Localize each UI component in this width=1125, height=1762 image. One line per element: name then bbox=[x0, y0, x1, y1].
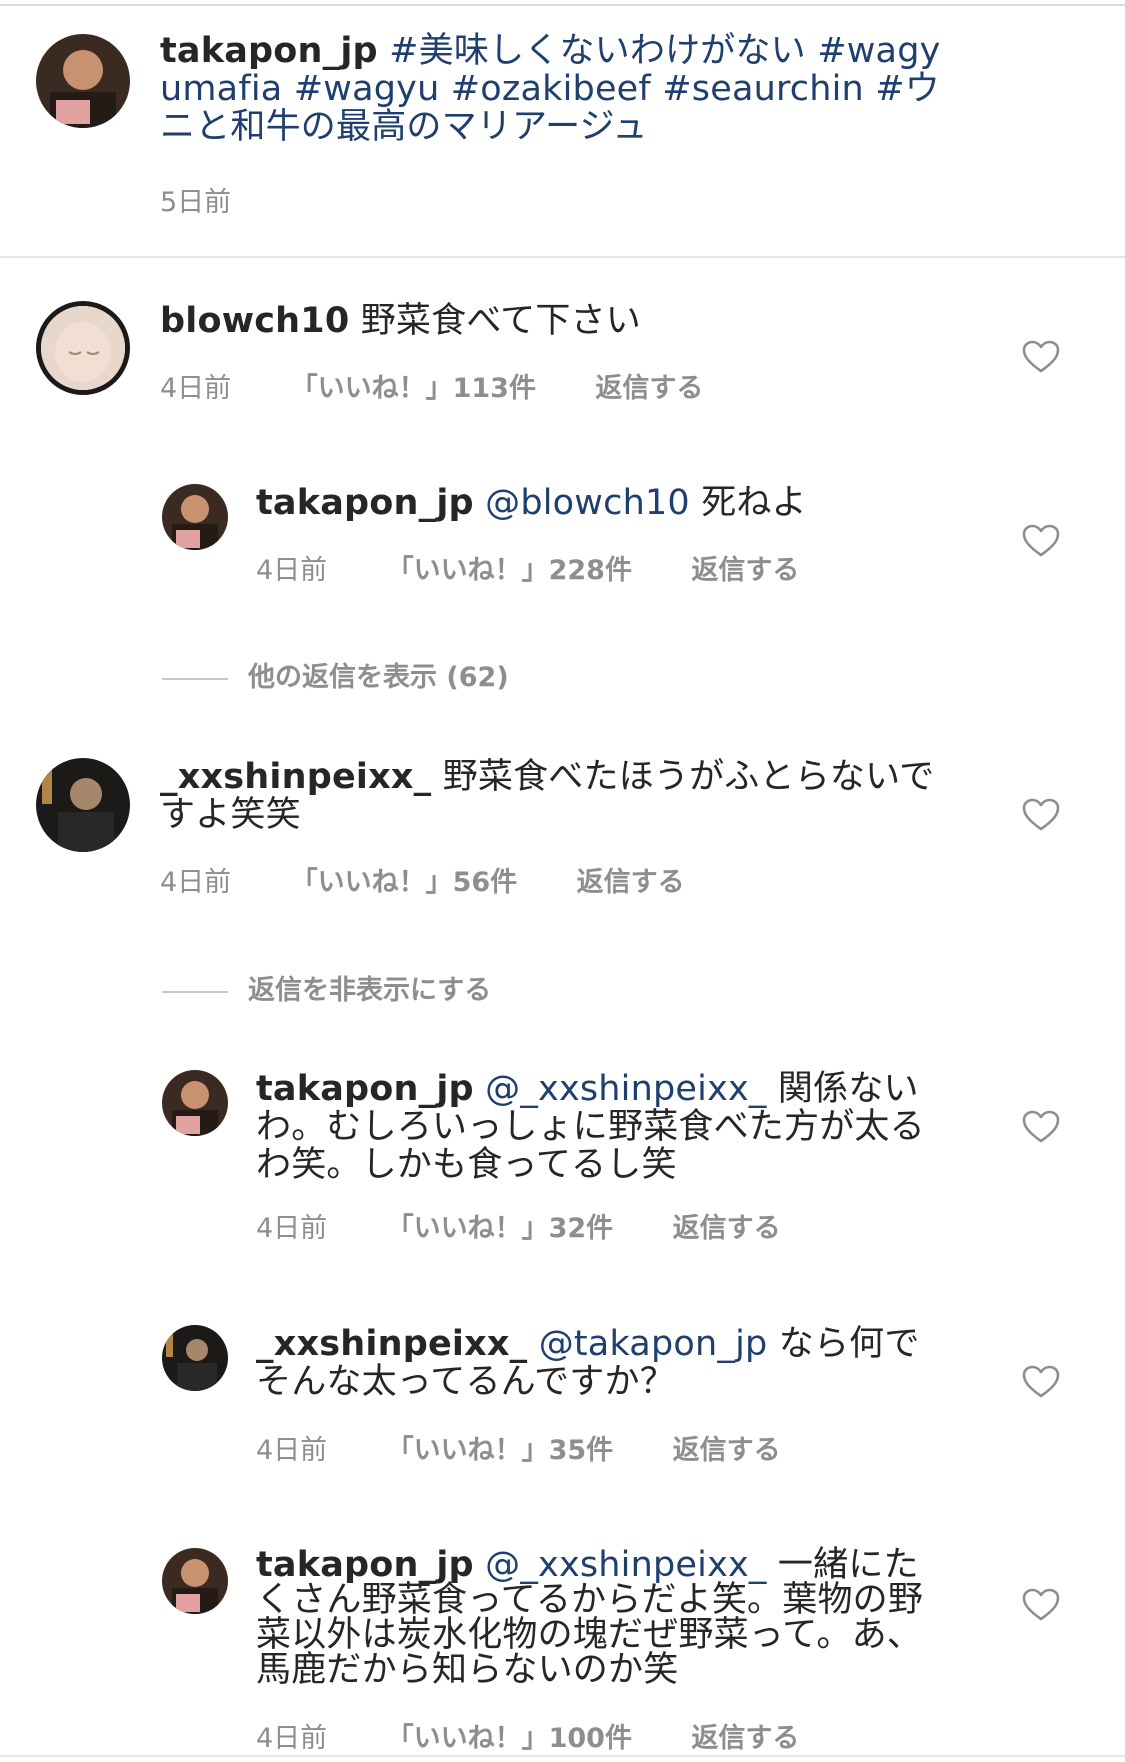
show-more-replies[interactable]: 他の返信を表示 (62) bbox=[162, 655, 509, 694]
heart-outline-icon[interactable] bbox=[1022, 340, 1060, 374]
reply-button[interactable]: 返信する bbox=[577, 860, 685, 899]
comment-username[interactable]: _xxshinpeixx_ bbox=[256, 1324, 527, 1364]
comment-body: takapon_jp @_xxshinpeixx_ 関係ないわ。むしろいっしょに… bbox=[256, 1070, 946, 1184]
comment-body: _xxshinpeixx_ @takapon_jp なら何でそんな太ってるんです… bbox=[256, 1325, 946, 1401]
toggle-label: 返信を非表示にする bbox=[248, 975, 492, 1006]
top-divider bbox=[0, 4, 1125, 6]
heart-outline-icon[interactable] bbox=[1022, 1365, 1060, 1399]
comment-time: 4日前 bbox=[160, 373, 232, 404]
heart-outline-icon[interactable] bbox=[1022, 524, 1060, 558]
comment-meta: 4日前 「いいね！」100件 返信する bbox=[256, 1716, 799, 1755]
comment-time: 4日前 bbox=[160, 867, 232, 898]
toggle-label: 他の返信を表示 (62) bbox=[248, 662, 509, 693]
avatar-takapon[interactable] bbox=[162, 484, 228, 550]
comment-username[interactable]: takapon_jp bbox=[256, 1545, 474, 1585]
comment-text: 死ねよ bbox=[701, 483, 807, 523]
hide-replies[interactable]: 返信を非表示にする bbox=[162, 968, 491, 1007]
mention-link[interactable]: @_xxshinpeixx_ bbox=[485, 1069, 766, 1109]
likes-link[interactable]: 「いいね！」35件 bbox=[387, 1428, 614, 1467]
comment-username[interactable]: _xxshinpeixx_ bbox=[160, 757, 431, 797]
comment-username[interactable]: takapon_jp bbox=[256, 1069, 474, 1109]
toggle-dash bbox=[162, 677, 228, 680]
heart-outline-icon[interactable] bbox=[1022, 798, 1060, 832]
reply-button[interactable]: 返信する bbox=[691, 548, 799, 587]
likes-link[interactable]: 「いいね！」113件 bbox=[291, 366, 536, 405]
likes-link[interactable]: 「いいね！」32件 bbox=[387, 1206, 614, 1245]
caption-body: takapon_jp #美味しくないわけがない #wagyumafia #wag… bbox=[160, 32, 960, 146]
reply-button[interactable]: 返信する bbox=[673, 1428, 781, 1467]
caption-username[interactable]: takapon_jp bbox=[160, 31, 378, 71]
avatar-xxshinpeixx[interactable] bbox=[162, 1325, 228, 1391]
likes-link[interactable]: 「いいね！」228件 bbox=[387, 548, 632, 587]
likes-link[interactable]: 「いいね！」56件 bbox=[291, 860, 518, 899]
mention-link[interactable]: @takapon_jp bbox=[539, 1324, 768, 1364]
heart-outline-icon[interactable] bbox=[1022, 1588, 1060, 1622]
comment-meta: 4日前 「いいね！」35件 返信する bbox=[256, 1428, 781, 1467]
comment-meta: 4日前 「いいね！」113件 返信する bbox=[160, 366, 703, 405]
comment-text: 野菜食べて下さい bbox=[360, 301, 641, 341]
bottom-divider bbox=[0, 1755, 1125, 1757]
comment-meta: 4日前 「いいね！」56件 返信する bbox=[160, 860, 685, 899]
avatar-takapon[interactable] bbox=[162, 1548, 228, 1614]
comment-meta: 4日前 「いいね！」32件 返信する bbox=[256, 1206, 781, 1245]
avatar-xxshinpeixx[interactable] bbox=[36, 758, 130, 852]
comment-time: 4日前 bbox=[256, 1435, 328, 1466]
mention-link[interactable]: @_xxshinpeixx_ bbox=[485, 1545, 766, 1585]
caption-time: 5日前 bbox=[160, 187, 232, 218]
comment-time: 4日前 bbox=[256, 1723, 328, 1754]
likes-link[interactable]: 「いいね！」100件 bbox=[387, 1716, 632, 1755]
caption-meta: 5日前 bbox=[160, 180, 231, 219]
comment-body: blowch10 野菜食べて下さい bbox=[160, 302, 950, 340]
avatar-blowch10[interactable] bbox=[36, 301, 130, 395]
heart-outline-icon[interactable] bbox=[1022, 1110, 1060, 1144]
comment-meta: 4日前 「いいね！」228件 返信する bbox=[256, 548, 799, 587]
comment-username[interactable]: blowch10 bbox=[160, 301, 349, 341]
mention-link[interactable]: @blowch10 bbox=[485, 483, 690, 523]
comment-body: _xxshinpeixx_ 野菜食べたほうがふとらないですよ笑笑 bbox=[160, 758, 950, 834]
comment-body: takapon_jp @blowch10 死ねよ bbox=[256, 484, 946, 522]
avatar-takapon[interactable] bbox=[36, 34, 130, 128]
comment-time: 4日前 bbox=[256, 1213, 328, 1244]
comment-body: takapon_jp @_xxshinpeixx_ 一緒にたくさん野菜食ってるか… bbox=[256, 1548, 946, 1688]
comment-username[interactable]: takapon_jp bbox=[256, 483, 474, 523]
reply-button[interactable]: 返信する bbox=[673, 1206, 781, 1245]
reply-button[interactable]: 返信する bbox=[691, 1716, 799, 1755]
reply-button[interactable]: 返信する bbox=[595, 366, 703, 405]
avatar-takapon[interactable] bbox=[162, 1070, 228, 1136]
comment-time: 4日前 bbox=[256, 555, 328, 586]
caption-divider bbox=[0, 256, 1125, 258]
toggle-dash bbox=[162, 990, 228, 993]
